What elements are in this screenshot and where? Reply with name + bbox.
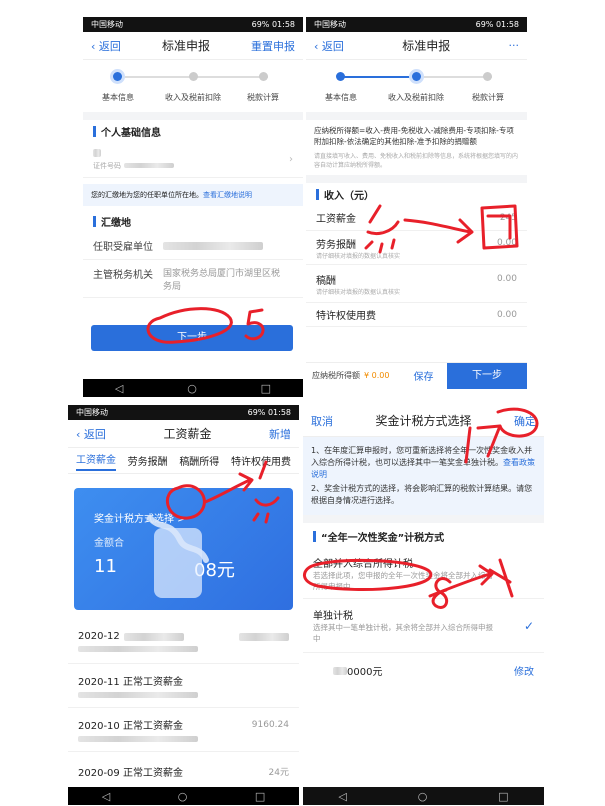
summary-card: 奖金计税方式选择 > 金额合 11 08元 [74,488,293,610]
authority-value: 国家税务总局厦门市湖里区税务局 [163,269,281,292]
status-bar: 中国移动 69% 01:58 [306,17,527,32]
formula-text: 应纳税所得额=收入-费用-免税收入-减除费用-专项扣除-专项附加扣除-依法确定的… [314,126,514,146]
edit-button[interactable]: 修改 [514,663,534,678]
tab-franchise[interactable]: 特许权使用费 [231,453,291,468]
bottom-bar: 应纳税所得额 ¥ 0.00 保存 下一步 [306,362,527,389]
bonus-method-link[interactable]: 奖金计税方式选择 > [94,510,186,525]
nav-bar: 取消 奖金计税方式选择 确定 [303,405,544,437]
personal-info-title: 个人基础信息 [83,120,303,142]
list-item[interactable]: 2020-09 正常工资薪金 24元 [68,752,299,792]
salary-list: 2020-12 2020-11 正常工资薪金 2020-10 正常工资薪金 91… [68,620,299,792]
tab-salary[interactable]: 工资薪金 [76,451,116,471]
income-row-salary[interactable]: 工资薪金 245 [306,205,527,231]
stepper: 基本信息 收入及税前扣除 税款计算 [306,60,527,112]
page-title: 奖金计税方式选择 [375,414,472,428]
step-dot-1 [336,72,345,81]
cancel-button[interactable]: 取消 [311,413,333,429]
list-item[interactable]: 2020-12 [68,620,299,664]
screen-salary-list: 中国移动 69% 01:58 ‹ 返回 工资薪金 新增 工资薪金 劳务报酬 稿酬… [68,405,299,805]
back-button[interactable]: ‹ 返回 [91,38,121,54]
employer-row[interactable]: 任职受雇单位 [83,232,303,260]
status-bar: 中国移动 69% 01:58 [68,405,299,420]
page-title: 标准申报 [161,39,210,53]
bonus-amount: 0000元 [347,667,383,678]
authority-label: 主管税务机关 [93,270,153,281]
step-dot-3 [483,72,492,81]
location-notice: 您的汇缴地为您的任职单位所在地。查看汇缴地说明 [83,184,303,206]
taxable-value: ¥ 0.00 [364,371,390,380]
tab-royalty[interactable]: 稿酬所得 [179,453,219,468]
option-separate[interactable]: 单独计税 选择其中一笔单独计税，其余将全部并入综合所得申报中 ✓ [303,599,544,653]
status-bar: 中国移动 69% 01:58 [83,17,303,32]
reset-button[interactable]: 重置申报 [251,38,295,54]
step-dot-1 [113,72,122,81]
tab-bar: 工资薪金 劳务报酬 稿酬所得 特许权使用费 [68,448,299,474]
step-dot-2 [189,72,198,81]
nav-bar: ‹ 返回 标准申报 ··· [306,32,527,60]
screen-bonus-method: 取消 奖金计税方式选择 确定 1、在年度汇算申报时，您可重新选择将全年一次性奖金… [303,405,544,805]
taxable-label: 应纳税所得额 [312,371,360,380]
android-nav: ◁ ○ □ [303,787,544,805]
list-item[interactable]: 2020-10 正常工资薪金 9160.24 [68,708,299,752]
amount-label: 金额合 [94,538,124,549]
employer-label: 任职受雇单位 [93,242,153,253]
screen-standard-declaration-basic: 中国移动 69% 01:58 ‹ 返回 标准申报 重置申报 基本信息 收入及税前… [83,17,303,397]
amount-prefix: 11 [94,556,117,577]
list-item[interactable]: 2020-11 正常工资薪金 [68,664,299,708]
carrier: 中国移动 [91,20,123,29]
step-dot-3 [259,72,268,81]
income-row-franchise[interactable]: 特许权使用费 0.00 [306,303,527,327]
place-title: 汇缴地 [83,210,303,232]
next-button[interactable]: 下一步 [447,362,527,389]
method-section-title: “全年一次性奖金”计税方式 [303,523,544,549]
more-icon[interactable]: ··· [508,39,519,52]
save-button[interactable]: 保存 [413,368,433,383]
tab-labor[interactable]: 劳务报酬 [128,453,168,468]
checkmark-icon: ✓ [523,618,534,633]
step-dot-2 [412,72,421,81]
stepper: 基本信息 收入及税前扣除 税款计算 [83,60,303,112]
page-title: 工资薪金 [163,427,212,441]
personal-info-row[interactable]: 证件号码 › [83,142,303,178]
location-help-link[interactable]: 查看汇缴地说明 [203,191,252,199]
option-combined[interactable]: 全部并入综合所得计税 若选择此项，您申报的全年一次性奖金将全部并入综合所得申报中 [303,549,544,599]
income-title: 收入（元） [306,183,527,205]
step-label-3: 税款计算 [247,93,279,102]
info-box: 1、在年度汇算申报时，您可重新选择将全年一次性奖金收入并入综合所得计税，也可以选… [303,437,544,515]
back-button[interactable]: ‹ 返回 [76,426,106,442]
step-label-2: 收入及税前扣除 [165,93,221,102]
nav-bar: ‹ 返回 工资薪金 新增 [68,420,299,448]
nav-bar: ‹ 返回 标准申报 重置申报 [83,32,303,60]
back-button[interactable]: ‹ 返回 [314,38,344,54]
income-row-labor[interactable]: 劳务报酬 0.00 请仔细核对填报的数据认真核实 [306,231,527,265]
step-label-1: 基本信息 [102,93,134,102]
screen-standard-declaration-income: 中国移动 69% 01:58 ‹ 返回 标准申报 ··· 基本信息 收入及税前扣… [306,17,527,397]
authority-row: 主管税务机关 国家税务总局厦门市湖里区税务局 [83,260,303,298]
android-nav: ◁ ○ □ [68,787,299,805]
add-button[interactable]: 新增 [269,426,291,442]
hint-text: 请直接填写收入、费用、免税收入和税前扣除等信息，系统将根据您填写的内容自动计算应… [314,153,519,169]
android-nav: ◁ ○ □ [83,379,303,397]
confirm-button[interactable]: 确定 [514,413,536,429]
page-title: 标准申报 [402,39,451,53]
chevron-right-icon: › [289,154,293,165]
bonus-item[interactable]: 0000元 修改 [303,653,544,688]
next-button[interactable]: 下一步 [91,325,293,351]
income-row-royalty-fee[interactable]: 稿酬 0.00 请仔细核对填报的数据认真核实 [306,265,527,303]
